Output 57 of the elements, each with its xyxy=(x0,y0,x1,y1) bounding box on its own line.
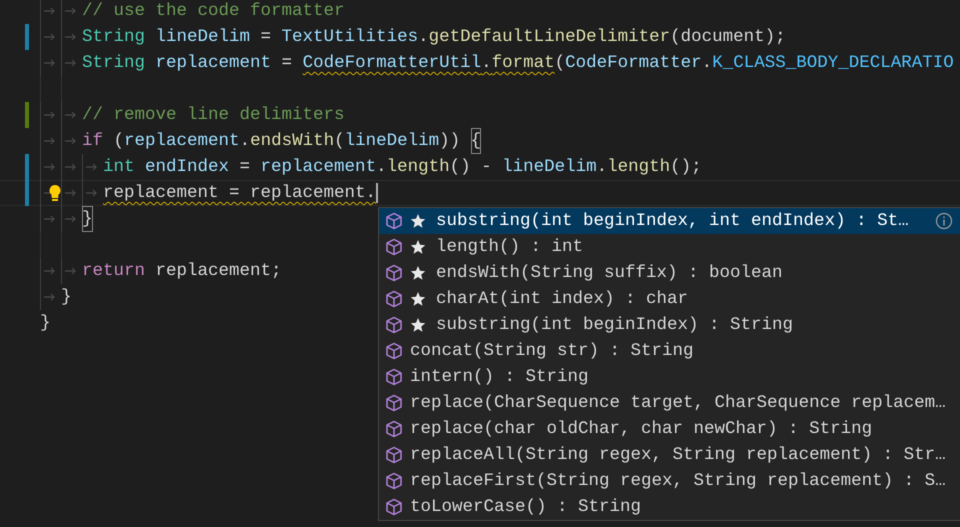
tab-arrow-icon xyxy=(44,137,56,145)
code-line: // use the code formatter xyxy=(82,0,345,23)
tab-arrow-icon xyxy=(44,163,56,171)
suggestion-item[interactable]: concat(String str) : String xyxy=(379,338,960,364)
code-line: String replacement = CodeFormatterUtil.format(CodeFormatter.K_CLASS_BODY_DECLARATIO xyxy=(82,52,954,75)
code-line: } xyxy=(40,312,51,335)
tab-arrow-icon xyxy=(44,59,56,67)
tab-arrow-icon xyxy=(65,163,77,171)
cube-icon xyxy=(385,342,403,360)
tab-arrow-icon xyxy=(44,215,56,223)
lightbulb-icon[interactable] xyxy=(48,184,62,202)
tab-arrow-icon xyxy=(65,111,77,119)
tab-arrow-icon xyxy=(65,267,77,275)
suggestion-item[interactable]: substring(int beginIndex) : String xyxy=(379,312,960,338)
cube-icon xyxy=(385,498,403,516)
tab-arrow-icon xyxy=(44,33,56,41)
tab-arrow-icon xyxy=(86,189,98,197)
code-line: } xyxy=(61,286,72,309)
cube-icon xyxy=(385,420,403,438)
code-line: } xyxy=(82,206,93,232)
tab-arrow-icon xyxy=(65,7,77,15)
cube-icon xyxy=(385,394,403,412)
code-line: return replacement; xyxy=(82,260,282,283)
tab-arrow-icon xyxy=(44,267,56,275)
tab-arrow-icon xyxy=(44,293,56,301)
tab-arrow-icon xyxy=(44,111,56,119)
suggestion-item[interactable]: replaceAll(String regex, String replacement) : Str… xyxy=(379,442,960,468)
tab-arrow-icon xyxy=(65,215,77,223)
tab-arrow-icon xyxy=(65,59,77,67)
cube-icon xyxy=(385,290,403,308)
suggestion-item[interactable]: endsWith(String suffix) : boolean xyxy=(379,260,960,286)
suggestion-item[interactable]: replace(char oldChar, char newChar) : String xyxy=(379,416,960,442)
suggestion-item[interactable]: substring(int beginIndex, int endIndex) : St… xyxy=(379,208,960,234)
suggestion-item[interactable]: charAt(int index) : char xyxy=(379,286,960,312)
info-icon[interactable] xyxy=(935,212,953,230)
code-line: replacement = replacement. xyxy=(103,182,376,205)
suggestion-item[interactable]: replace(CharSequence target, CharSequence replacem… xyxy=(379,390,960,416)
tab-arrow-icon xyxy=(65,137,77,145)
cube-icon xyxy=(385,264,403,282)
tab-arrow-icon xyxy=(65,33,77,41)
code-line: // remove line delimiters xyxy=(82,104,345,127)
cube-icon xyxy=(385,472,403,490)
suggestion-item[interactable]: length() : int xyxy=(379,234,960,260)
cube-icon xyxy=(385,446,403,464)
cube-icon xyxy=(385,212,403,230)
code-line: if (replacement.endsWith(lineDelim)) { xyxy=(82,128,482,154)
tab-arrow-icon xyxy=(65,189,77,197)
cube-icon xyxy=(385,316,403,334)
suggestion-item[interactable]: toLowerCase() : String xyxy=(379,494,960,520)
suggestion-item[interactable]: intern() : String xyxy=(379,364,960,390)
code-line: String lineDelim = TextUtilities.getDefaultLineDelimiter(document); xyxy=(82,26,786,49)
tab-arrow-icon xyxy=(86,163,98,171)
cube-icon xyxy=(385,238,403,256)
tab-arrow-icon xyxy=(44,7,56,15)
code-line: int endIndex = replacement.length() - lineDelim.length(); xyxy=(103,156,702,179)
cube-icon xyxy=(385,368,403,386)
suggestion-item[interactable]: replaceFirst(String regex, String replacement) : S… xyxy=(379,468,960,494)
